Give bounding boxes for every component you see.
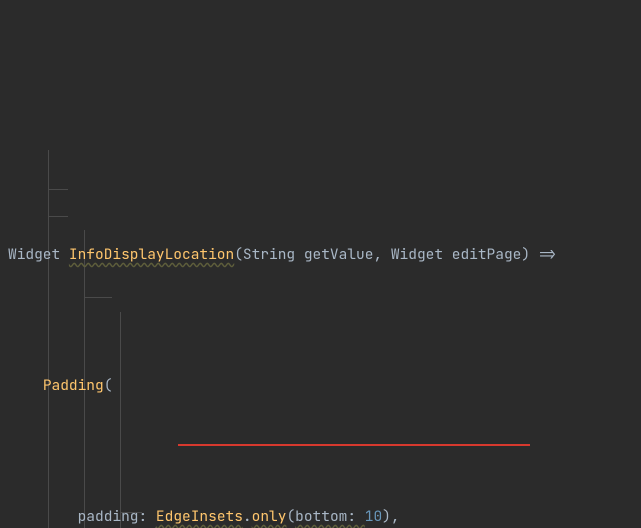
code-editor[interactable]: Widget InfoDisplayLocation(String getVal… xyxy=(0,0,641,528)
annotation-underline xyxy=(178,444,530,446)
code-line[interactable]: Widget InfoDisplayLocation(String getVal… xyxy=(0,242,641,269)
code-line[interactable]: padding: EdgeInsets.only(bottom: 10), xyxy=(0,504,641,528)
code-line[interactable]: Padding( xyxy=(0,373,641,400)
